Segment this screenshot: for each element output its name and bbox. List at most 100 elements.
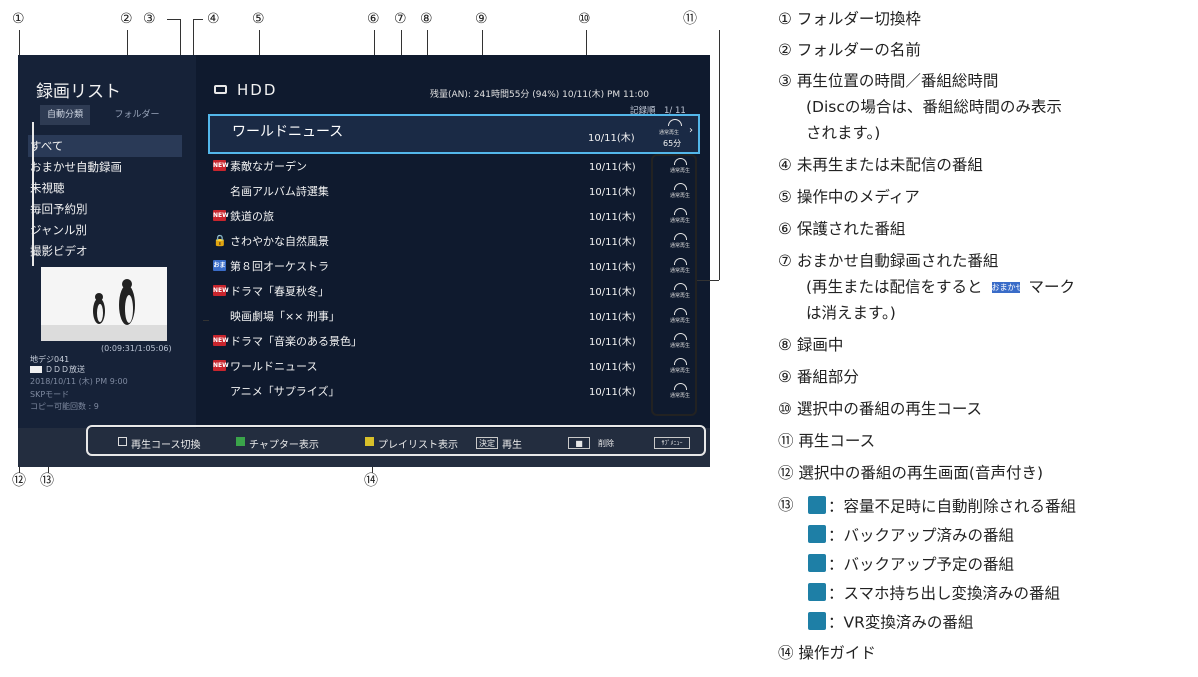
- legend-12: ⑫ 選択中の番組の再生画面(音声付き): [778, 464, 1044, 482]
- selected-duration: 65分: [663, 139, 682, 148]
- program-row[interactable]: 名画アルバム詩選集 10/11(木) 通常再生: [213, 179, 695, 205]
- program-date: 10/11(木): [589, 237, 636, 248]
- folder-item-series[interactable]: 毎回予約別: [28, 198, 182, 220]
- frame-folder-switch: [32, 122, 34, 266]
- auto-record-badge-icon: おま: [213, 260, 226, 271]
- hdd-icon: [214, 85, 227, 94]
- recording-list-title: 録画リスト: [36, 82, 121, 102]
- program-title: 第８回オーケストラ: [230, 260, 329, 273]
- legend-7-note-post: マーク: [1028, 278, 1075, 296]
- legend-10: ⑩ 選択中の番組の再生コース: [778, 400, 983, 418]
- callout-9: ⑨: [475, 11, 488, 27]
- program-row[interactable]: 映画劇場「×× 刑事」 10/11(木) 通常再生: [213, 304, 695, 330]
- legend-7-note-2: は消えます。): [806, 304, 896, 322]
- tab-auto-classify[interactable]: 自動分類: [40, 105, 90, 125]
- callout-10: ⑩: [578, 11, 591, 27]
- callout-12: ⑫: [12, 473, 26, 489]
- legend-4: ④ 未再生または未配信の番組: [778, 156, 983, 174]
- lock-icon: 🔒: [213, 234, 227, 247]
- leader-line-3-top: [167, 19, 180, 20]
- chevron-right-icon[interactable]: ›: [689, 125, 693, 136]
- leader-line-11: [719, 30, 720, 280]
- legend-13-row-d: ：スマホ持ち出し変換済みの番組: [808, 583, 1060, 603]
- tab-folder[interactable]: フォルダー: [110, 105, 164, 125]
- callout-8: ⑧: [420, 11, 433, 27]
- legend-11: ⑪ 再生コース: [778, 432, 876, 450]
- smartphone-converted-icon: [808, 583, 826, 601]
- legend-13-row-a: ：容量不足時に自動削除される番組: [808, 496, 1076, 516]
- program-row[interactable]: アニメ「サプライズ」 10/11(木) 通常再生: [213, 379, 695, 405]
- folder-item-auto-record[interactable]: おまかせ自動録画: [28, 156, 182, 178]
- legend-13-row-b: ：バックアップ済みの番組: [808, 525, 1014, 545]
- frame-play-courses: [651, 154, 697, 416]
- callout-11: ⑪: [683, 11, 697, 27]
- callout-3: ③: [143, 11, 156, 27]
- callout-7: ⑦: [394, 11, 407, 27]
- callout-6: ⑥: [367, 11, 380, 27]
- program-title: アニメ「サプライズ」: [230, 385, 340, 398]
- backup-done-icon: [808, 525, 826, 543]
- program-row[interactable]: おま 第８回オーケストラ 10/11(木) 通常再生: [213, 254, 695, 280]
- program-date: 10/11(木): [589, 187, 636, 198]
- program-row[interactable]: 🔒 さわやかな自然風景 10/11(木) 通常再生: [213, 229, 695, 255]
- callout-14: ⑭: [364, 473, 378, 489]
- new-badge-icon: NEW: [213, 210, 229, 221]
- callout-1: ①: [12, 11, 25, 27]
- broadcaster-logo-box: [30, 366, 42, 373]
- legend-13-row-c: ：バックアップ予定の番組: [808, 554, 1014, 574]
- playback-time: (0:09:31/1:05:06): [101, 344, 172, 353]
- frame-operation-guide: [86, 425, 706, 456]
- new-badge-icon: NEW: [213, 335, 229, 346]
- program-date: 10/11(木): [589, 162, 636, 173]
- remaining-capacity: 残量(AN): 241時間55分 (94%) 10/11(木) PM 11:00: [430, 90, 649, 100]
- new-badge-icon: NEW: [213, 160, 229, 171]
- legend-5: ⑤ 操作中のメディア: [778, 188, 920, 206]
- folder-item-video[interactable]: 撮影ビデオ: [28, 240, 182, 262]
- program-date: 10/11(木): [589, 262, 636, 273]
- tv-screen: 録画リスト 自動分類 フォルダー すべて おまかせ自動録画 未視聴 毎回予約別 …: [18, 55, 710, 467]
- program-title: 素敵なガーデン: [230, 160, 307, 173]
- legend-3-note-1: (Discの場合は、番組総時間のみ表示: [806, 98, 1062, 116]
- program-row[interactable]: NEW 素敵なガーデン 10/11(木) 通常再生: [213, 154, 695, 180]
- new-badge-icon: NEW: [213, 285, 229, 296]
- air-time-label: 2018/10/11 (木) PM 9:00: [30, 377, 128, 386]
- trash-icon: [808, 496, 826, 514]
- program-row[interactable]: NEW ドラマ「音楽のある景色」 10/11(木) 通常再生: [213, 329, 695, 355]
- frame-unplayed-marker: [203, 320, 209, 321]
- frame-play-courses-link: [697, 280, 719, 281]
- program-title: 名画アルバム詩選集: [230, 185, 329, 198]
- program-date: 10/11(木): [589, 312, 636, 323]
- legend-7-note-pre: (再生または配信をすると: [806, 278, 983, 296]
- selected-program-date: 10/11(木): [588, 133, 635, 144]
- playback-preview[interactable]: [41, 267, 167, 341]
- callout-2: ②: [120, 11, 133, 27]
- folder-item-genre[interactable]: ジャンル別: [28, 219, 182, 241]
- program-row[interactable]: NEW 鉄道の旅 10/11(木) 通常再生: [213, 204, 695, 230]
- broadcaster-label: ＤＤＤ放送: [45, 365, 85, 374]
- left-panel: 録画リスト 自動分類 フォルダー すべて おまかせ自動録画 未視聴 毎回予約別 …: [18, 55, 196, 467]
- folder-item-all[interactable]: すべて: [28, 135, 182, 157]
- program-row[interactable]: NEW ドラマ「春夏秋冬」 10/11(木) 通常再生: [213, 279, 695, 305]
- program-row[interactable]: NEW ワールドニュース 10/11(木) 通常再生: [213, 354, 695, 380]
- legend-3: ③ 再生位置の時間／番組総時間: [778, 72, 999, 90]
- folder-item-unwatched[interactable]: 未視聴: [28, 177, 182, 199]
- program-title: 映画劇場「×× 刑事」: [230, 310, 340, 323]
- legend-2: ② フォルダーの名前: [778, 41, 921, 59]
- legend-1: ① フォルダー切換枠: [778, 10, 921, 28]
- selected-course-label: 通常再生: [659, 130, 680, 136]
- selected-program-title: ワールドニュース: [232, 124, 344, 140]
- callout-5: ⑤: [252, 11, 265, 27]
- vr-converted-icon: [808, 612, 826, 630]
- program-date: 10/11(木): [589, 337, 636, 348]
- record-mode-label: SKPモード: [30, 390, 70, 399]
- legend-14: ⑭ 操作ガイド: [778, 644, 876, 662]
- program-title: さわやかな自然風景: [230, 235, 329, 248]
- callout-4: ④: [207, 11, 220, 27]
- program-date: 10/11(木): [589, 212, 636, 223]
- backup-planned-icon: [808, 554, 826, 572]
- program-title: ドラマ「音楽のある景色」: [230, 335, 362, 348]
- legend-8: ⑧ 録画中: [778, 336, 844, 354]
- legend-13: ⑬: [778, 496, 794, 514]
- legend-13-row-e: ：VR変換済みの番組: [808, 612, 973, 632]
- program-title: ワールドニュース: [230, 360, 318, 373]
